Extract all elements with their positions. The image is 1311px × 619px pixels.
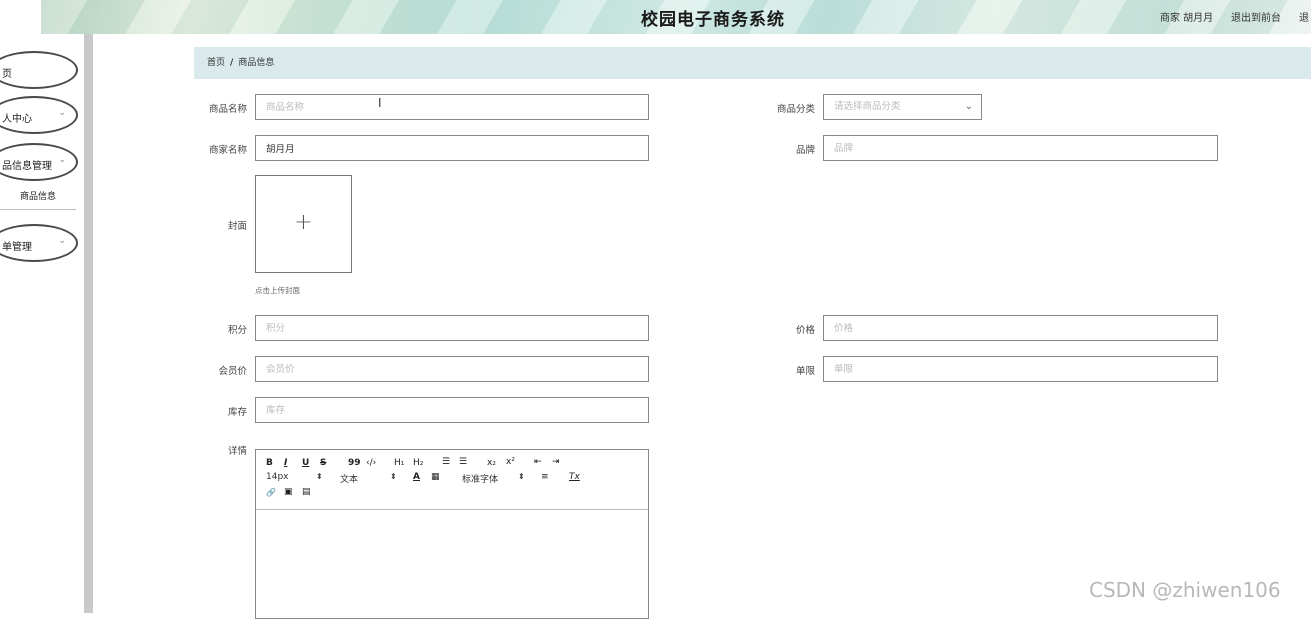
updown-arrow-icon: ⬍ — [390, 472, 397, 481]
brand-label: 品牌 — [795, 145, 815, 156]
merchant-name-input[interactable] — [255, 135, 649, 161]
cover-upload-hint: 点击上传封面 — [255, 286, 300, 295]
heading-1-button[interactable]: H₁ — [394, 458, 404, 468]
sidebar: 页 人中心 ⌄ 品信息管理 ⌄ 商品信息 单管理 ⌄ — [0, 34, 84, 613]
font-size-select[interactable]: 14px ⬍ — [266, 472, 326, 482]
breadcrumb: 首页 / 商品信息 — [194, 47, 1311, 79]
sidebar-subitem-product-info[interactable]: 商品信息 — [0, 189, 76, 202]
indent-icon[interactable]: ⇥ — [552, 457, 560, 467]
background-color-icon[interactable]: ▦ — [431, 472, 440, 482]
video-icon[interactable]: ▤ — [302, 487, 311, 497]
quote-button[interactable]: 99 — [348, 458, 361, 468]
font-family-value: 标准字体 — [462, 475, 499, 485]
sidebar-item-order-management[interactable]: 单管理 ⌄ — [0, 224, 78, 262]
subscript-button[interactable]: x₂ — [487, 458, 496, 468]
sidebar-divider — [0, 209, 76, 210]
current-user-label: 商家 胡月月 — [1160, 13, 1214, 24]
updown-arrow-icon: ⬍ — [316, 472, 323, 481]
italic-button[interactable]: I — [284, 458, 287, 468]
breadcrumb-current: 商品信息 — [238, 58, 275, 68]
category-select[interactable]: 请选择商品分类 ⌄ — [823, 94, 982, 120]
editor-toolbar: B I U S 99 ‹/› H₁ H₂ ☰ ☰ x₂ x² ⇤ ⇥ 14px … — [256, 450, 648, 510]
sidebar-item-personal-center[interactable]: 人中心 ⌄ — [0, 96, 78, 134]
price-input[interactable] — [823, 315, 1218, 341]
cover-label: 封面 — [227, 221, 247, 232]
underline-button[interactable]: U — [302, 458, 309, 468]
text-style-select[interactable]: 文本 ⬍ — [340, 472, 400, 485]
points-label: 积分 — [227, 325, 247, 336]
limit-input[interactable] — [823, 356, 1218, 382]
updown-arrow-icon: ⬍ — [518, 472, 525, 481]
image-icon[interactable]: ▣ — [284, 487, 293, 497]
sidebar-item-product-management[interactable]: 品信息管理 ⌄ — [0, 143, 78, 181]
chevron-down-icon: ⌄ — [58, 155, 66, 165]
product-name-input[interactable] — [255, 94, 649, 120]
text-color-button[interactable]: A — [413, 472, 420, 482]
ordered-list-icon[interactable]: ☰ — [442, 457, 450, 467]
stock-input[interactable] — [255, 397, 649, 423]
superscript-button[interactable]: x² — [506, 457, 515, 467]
points-input[interactable] — [255, 315, 649, 341]
chevron-down-icon: ⌄ — [964, 101, 973, 112]
text-style-value: 文本 — [340, 475, 359, 485]
sidebar-item-label: 单管理 — [2, 242, 32, 253]
heading-2-button[interactable]: H₂ — [413, 458, 423, 468]
link-icon[interactable]: 🔗 — [266, 488, 276, 497]
sidebar-item-label: 品信息管理 — [2, 161, 52, 172]
category-label: 商品分类 — [776, 104, 815, 115]
clear-format-button[interactable]: Tx — [569, 472, 580, 482]
watermark: CSDN @zhiwen106 — [1089, 578, 1281, 602]
font-family-select[interactable]: 标准字体 ⬍ — [462, 472, 528, 485]
bold-button[interactable]: B — [266, 458, 273, 468]
merchant-name-label: 商家名称 — [208, 145, 247, 156]
font-size-value: 14px — [266, 472, 289, 482]
text-cursor-icon: I — [378, 96, 382, 110]
breadcrumb-home[interactable]: 首页 — [207, 58, 225, 68]
strike-button[interactable]: S — [320, 458, 326, 468]
details-label: 详情 — [227, 446, 247, 457]
editor-content-area[interactable] — [256, 510, 648, 618]
code-block-button[interactable]: ‹/› — [366, 458, 376, 468]
breadcrumb-separator: / — [230, 58, 234, 68]
member-price-input[interactable] — [255, 356, 649, 382]
rich-text-editor: B I U S 99 ‹/› H₁ H₂ ☰ ☰ x₂ x² ⇤ ⇥ 14px … — [255, 449, 649, 619]
bullet-list-icon[interactable]: ☰ — [459, 457, 467, 467]
cover-upload[interactable]: + — [255, 175, 352, 273]
plus-icon: + — [294, 210, 313, 235]
system-title: 校园电子商务系统 — [641, 10, 785, 30]
sidebar-item-label: 人中心 — [2, 114, 32, 125]
top-header: 校园电子商务系统 商家 胡月月 退出到前台 退 — [41, 0, 1311, 34]
chevron-down-icon: ⌄ — [58, 108, 66, 118]
limit-label: 单限 — [795, 366, 815, 377]
align-icon[interactable]: ≡ — [541, 472, 549, 482]
outdent-icon[interactable]: ⇤ — [534, 457, 542, 467]
category-placeholder: 请选择商品分类 — [834, 101, 901, 112]
sidebar-item-label: 页 — [2, 69, 12, 80]
stock-label: 库存 — [227, 407, 247, 418]
sidebar-collapse-bar[interactable] — [84, 34, 93, 613]
member-price-label: 会员价 — [218, 366, 247, 377]
product-name-label: 商品名称 — [208, 104, 247, 115]
price-label: 价格 — [795, 325, 815, 336]
logout-link[interactable]: 退 — [1299, 9, 1309, 24]
sidebar-item-home[interactable]: 页 — [0, 51, 78, 89]
back-to-front-link[interactable]: 退出到前台 — [1231, 9, 1281, 24]
brand-input[interactable] — [823, 135, 1218, 161]
chevron-down-icon: ⌄ — [58, 236, 66, 246]
